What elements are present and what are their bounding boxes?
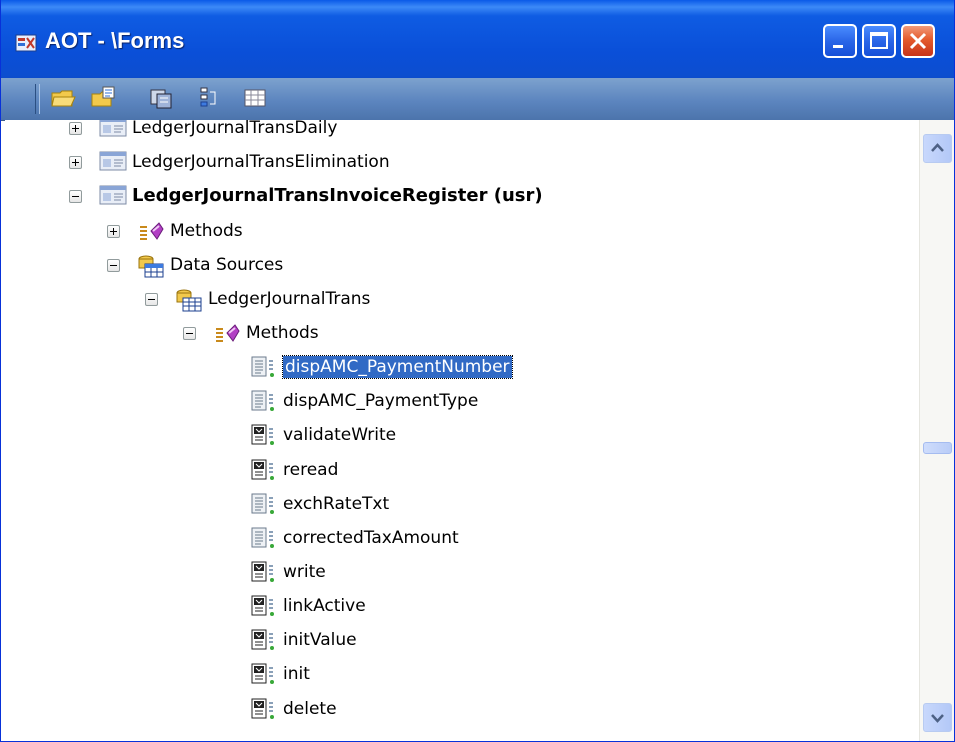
tree-node-label[interactable]: LedgerJournalTrans [208,288,370,310]
tree-node-label[interactable]: linkActive [283,595,366,617]
maximize-icon [870,32,888,49]
chevron-down-icon [931,714,944,723]
expand-icon[interactable] [69,156,82,169]
tree-node-label[interactable]: write [283,561,326,583]
tree-node[interactable]: initValue [5,626,919,656]
tree-node[interactable]: init [5,660,919,690]
aot-tree[interactable]: LedgerJournalTransDaily LedgerJournalTran… [5,120,919,741]
tree-node-label[interactable]: init [283,663,310,685]
override-method-icon [250,423,278,451]
method-icon [250,492,278,520]
override-method-icon [250,628,278,656]
override-method-icon [250,662,278,690]
tree-node[interactable]: Data Sources [5,251,919,281]
override-method-icon [250,560,278,588]
tree-node[interactable]: write [5,558,919,588]
minimize-icon [833,45,843,48]
form-icon [99,120,127,142]
aot-app-icon [15,34,37,52]
tree-node[interactable]: Methods [5,319,919,349]
expand-icon[interactable] [107,225,120,238]
tree-node[interactable]: LedgerJournalTransElimination [5,148,919,178]
tree-node-label[interactable]: Data Sources [170,254,283,276]
grid-icon[interactable] [241,84,269,112]
properties-icon[interactable] [89,84,117,112]
collapse-icon[interactable] [145,293,158,306]
tree-node[interactable]: delete [5,695,919,725]
close-button[interactable] [901,24,935,58]
tree-node[interactable]: dispAMC_PaymentType [5,387,919,417]
method-icon [250,526,278,554]
compile-icon[interactable] [147,84,175,112]
tree-node[interactable]: LedgerJournalTrans [5,285,919,315]
expand-icon[interactable] [69,122,82,135]
tree-node[interactable]: reread [5,456,919,486]
title-bar[interactable]: AOT - \Forms [1,0,954,88]
tree-node[interactable]: linkActive [5,592,919,622]
tree-node[interactable]: Methods [5,217,919,247]
override-method-icon [250,594,278,622]
tree-node-label[interactable]: Methods [246,322,319,344]
toolbar-grip[interactable] [35,84,40,114]
tree-node-label[interactable]: validateWrite [283,424,396,446]
vertical-scrollbar[interactable] [919,120,954,741]
chevron-up-icon [931,143,944,152]
methods-icon [213,321,241,349]
method-icon [250,355,278,383]
collapse-icon[interactable] [69,190,82,203]
tree-node-label[interactable]: delete [283,698,337,720]
tree-node-label[interactable]: LedgerJournalTransElimination [132,151,390,173]
tree-node-label[interactable]: correctedTaxAmount [283,527,459,549]
tree-node[interactable]: correctedTaxAmount [5,524,919,554]
method-icon [250,389,278,417]
tree-node[interactable]: dispAMC_PaymentNumber [5,353,919,383]
form-icon [99,184,127,210]
aot-window: AOT - \Forms LedgerJournalTransDaily Led… [0,0,955,742]
tree-node[interactable]: LedgerJournalTransDaily [5,120,919,144]
datasources-icon [137,253,165,283]
collapse-icon[interactable] [107,259,120,272]
minimize-button[interactable] [823,24,857,58]
scroll-down-button[interactable] [923,703,952,732]
open-icon[interactable] [49,84,77,112]
tree-node-label[interactable]: initValue [283,629,357,651]
tree-node[interactable]: LedgerJournalTransInvoiceRegister (usr) [5,182,919,212]
collapse-icon[interactable] [183,327,196,340]
override-method-icon [250,458,278,486]
tree-node-label[interactable]: LedgerJournalTransDaily [132,120,337,139]
form-icon [99,150,127,176]
tree-node-label[interactable]: exchRateTxt [283,493,389,515]
scroll-thumb[interactable] [923,442,952,454]
tree-node[interactable]: validateWrite [5,421,919,451]
tree-node-label[interactable]: dispAMC_PaymentNumber [282,355,513,379]
override-method-icon [250,697,278,725]
close-icon [909,32,927,50]
methods-icon [137,219,165,247]
tree-node[interactable]: exchRateTxt [5,490,919,520]
tree-node-label[interactable]: dispAMC_PaymentType [283,390,478,412]
maximize-button[interactable] [862,24,896,58]
window-title: AOT - \Forms [45,28,185,53]
toolbar [1,78,954,121]
import-icon[interactable] [195,84,223,112]
tree-node-label[interactable]: Methods [170,220,243,242]
tree-node-label[interactable]: LedgerJournalTransInvoiceRegister (usr) [132,185,543,207]
scroll-up-button[interactable] [923,134,952,163]
tree-node-label[interactable]: reread [283,459,338,481]
datasource-icon [175,287,203,317]
